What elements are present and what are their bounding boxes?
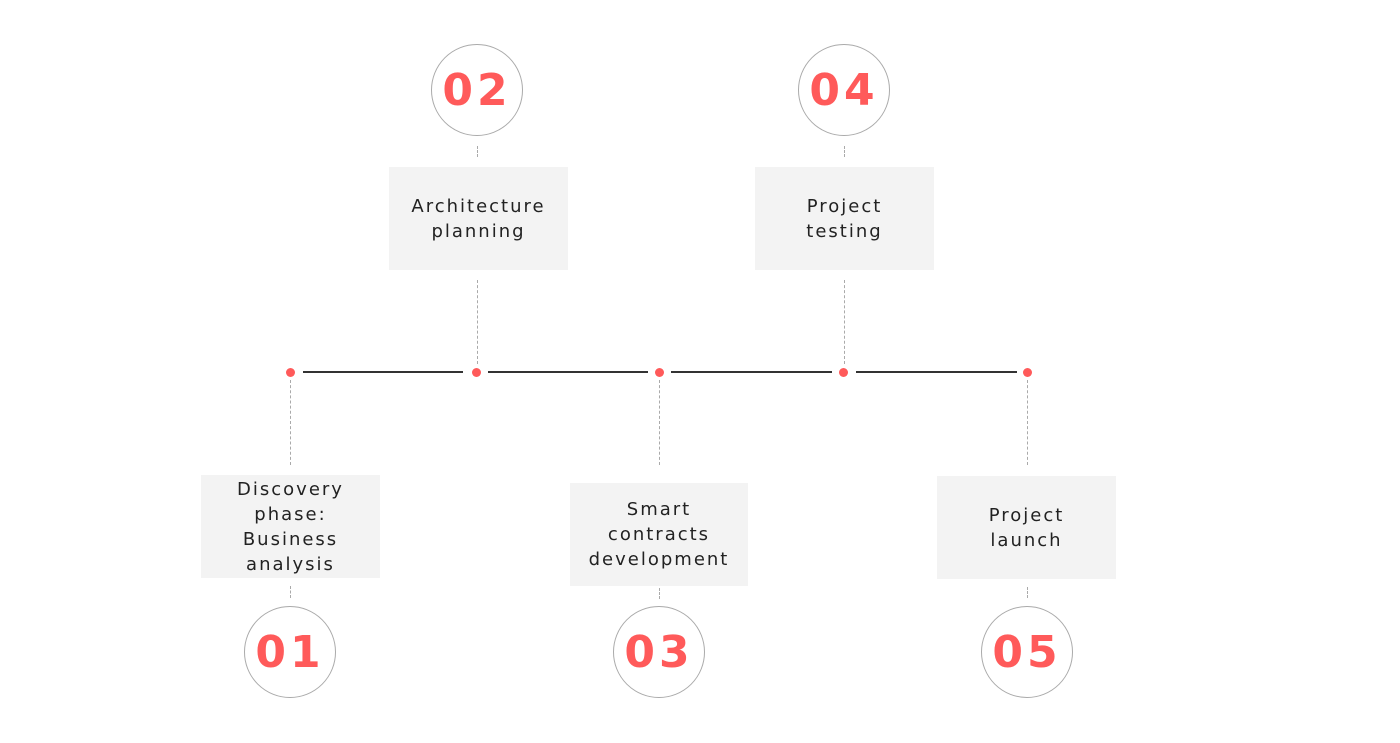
timeline-segment	[856, 371, 1017, 373]
step-number-04: 04	[798, 44, 890, 136]
timeline-dot-04	[839, 367, 848, 377]
timeline-dot-02	[472, 367, 481, 377]
step-box-02: Architecture planning	[389, 167, 568, 270]
connector-03-circle	[659, 588, 660, 599]
step-box-05: Project launch	[937, 476, 1116, 579]
step-number-05: 05	[981, 606, 1073, 698]
connector-01-circle	[290, 586, 291, 598]
timeline-segment	[671, 371, 832, 373]
connector-01	[290, 380, 291, 465]
connector-05	[1027, 380, 1028, 465]
step-box-01: Discovery phase: Business analysis	[201, 475, 380, 578]
connector-03	[659, 380, 660, 465]
step-number-03: 03	[613, 606, 705, 698]
connector-05-circle	[1027, 587, 1028, 598]
timeline-segment	[488, 371, 648, 373]
connector-02-circle	[477, 146, 478, 157]
step-box-03: Smart contracts development	[570, 483, 748, 586]
timeline-dot-05	[1023, 367, 1032, 377]
timeline-segment	[303, 371, 463, 373]
step-number-02: 02	[431, 44, 523, 136]
connector-04	[844, 280, 845, 364]
step-number-01: 01	[244, 606, 336, 698]
timeline-dot-03	[655, 367, 664, 377]
timeline-dot-01	[286, 367, 295, 377]
connector-04-circle	[844, 146, 845, 157]
step-box-04: Project testing	[755, 167, 934, 270]
connector-02	[477, 280, 478, 364]
